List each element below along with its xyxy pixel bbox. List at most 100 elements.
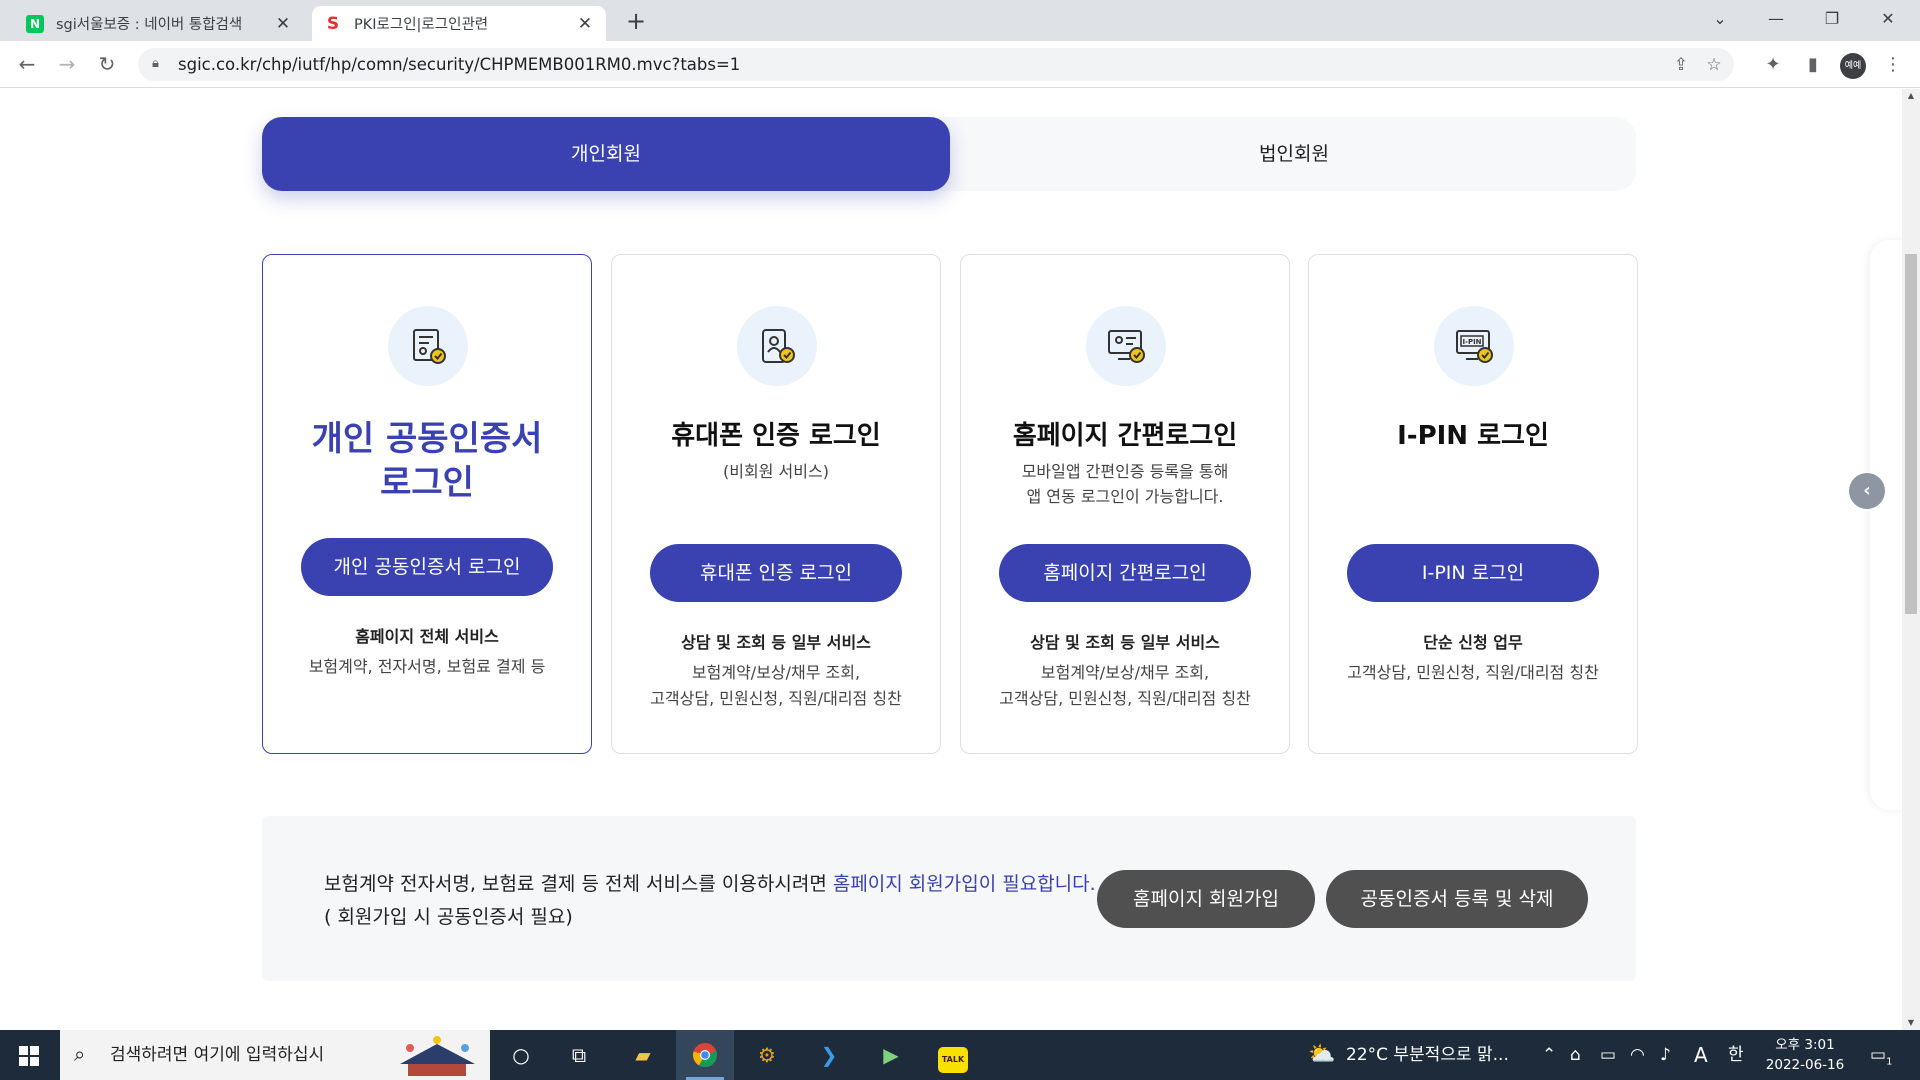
- card-subtitle-1: 모바일앱 간편인증 등록을 통해: [1021, 462, 1229, 481]
- card-title: 홈페이지 간편로그인: [1012, 421, 1238, 451]
- close-icon[interactable]: ✕: [576, 14, 594, 34]
- service-description-2: 고객상담, 민원신청, 직원/대리점 칭찬: [999, 689, 1251, 708]
- card-mobile-login[interactable]: 휴대폰 인증 로그인 (비회원 서비스) 휴대폰 인증 로그인 상담 및 조회 …: [611, 254, 941, 754]
- extensions-icon[interactable]: ✦: [1758, 50, 1788, 80]
- tab-title: sgi서울보증 : 네이버 통합검색: [56, 17, 243, 33]
- certificate-login-button[interactable]: 개인 공동인증서 로그인: [301, 538, 553, 596]
- clock-date: 2022-06-16: [1765, 1057, 1845, 1073]
- weather-text[interactable]: 22°C 부분적으로 맑...: [1346, 1030, 1509, 1080]
- page-viewport: 개인회원 법인회원 개인 공동인증서 로그인 개인 공동인증서 로그인 홈페이지…: [0, 89, 1902, 1030]
- signup-notice: 보험계약 전자서명, 보험료 결제 등 전체 서비스를 이용하시려면 홈페이지 …: [262, 816, 1636, 981]
- service-description-2: 고객상담, 민원신청, 직원/대리점 칭찬: [650, 689, 902, 708]
- browser-toolbar: ← → ↻ 🔒︎ sgic.co.kr/chp/iutf/hp/comn/sec…: [0, 41, 1920, 88]
- search-highlight-illustration: [400, 1036, 475, 1076]
- signup-button[interactable]: 홈페이지 회원가입: [1097, 870, 1315, 928]
- volume-icon[interactable]: ♪: [1660, 1030, 1671, 1080]
- url-text: sgic.co.kr/chp/iutf/hp/comn/security/CHP…: [178, 55, 741, 74]
- share-icon[interactable]: ⇪: [1668, 52, 1694, 78]
- close-icon[interactable]: ✕: [274, 14, 292, 34]
- card-ipin-login[interactable]: I-PIN I-PIN 로그인 I-PIN 로그인 단순 신청 업무 고객상담,…: [1308, 254, 1638, 754]
- notice-text-highlight: 홈페이지 회원가입이 필요합니다.: [832, 873, 1096, 895]
- service-heading: 상담 및 조회 등 일부 서비스: [1030, 633, 1220, 652]
- maximize-button[interactable]: ❐: [1804, 0, 1860, 41]
- avatar[interactable]: 예예: [1840, 53, 1866, 79]
- certificate-icon: [388, 306, 468, 386]
- service-description: 고객상담, 민원신청, 직원/대리점 칭찬: [1347, 663, 1599, 682]
- card-title-line1: 개인 공동인증서: [311, 419, 543, 459]
- clock-time: 오후 3:01: [1775, 1037, 1835, 1053]
- scroll-down-icon[interactable]: ▼: [1902, 1016, 1920, 1030]
- forward-icon[interactable]: →: [52, 49, 82, 79]
- page-scrollbar[interactable]: ▲ ▼: [1902, 89, 1920, 1030]
- scrollbar-thumb[interactable]: [1905, 254, 1917, 614]
- windows-logo-icon: [19, 1046, 39, 1066]
- tab-individual-member[interactable]: 개인회원: [262, 117, 950, 191]
- notice-text-line2: ( 회원가입 시 공동인증서 필요): [324, 906, 573, 928]
- show-hidden-icons[interactable]: ⌃: [1542, 1030, 1556, 1080]
- kakaotalk-icon[interactable]: TALK: [924, 1030, 982, 1080]
- settings-gear-icon[interactable]: ⚙: [738, 1030, 796, 1080]
- start-button[interactable]: [0, 1030, 58, 1080]
- card-simple-login[interactable]: 홈페이지 간편로그인 모바일앱 간편인증 등록을 통해 앱 연동 로그인이 가능…: [960, 254, 1290, 754]
- address-bar[interactable]: 🔒︎ sgic.co.kr/chp/iutf/hp/comn/security/…: [138, 48, 1734, 81]
- browser-tab-naver[interactable]: N sgi서울보증 : 네이버 통합검색 ✕: [14, 6, 304, 41]
- service-description-1: 보험계약/보상/채무 조회,: [691, 663, 861, 682]
- vscode-icon[interactable]: ❯: [800, 1030, 858, 1080]
- windows-taskbar: ⌕ 검색하려면 여기에 입력하십시 ○ ⧉ ▰ ⚙ ❯ ▶ TALK ⛅ 22°…: [0, 1030, 1920, 1080]
- certificate-manage-button[interactable]: 공동인증서 등록 및 삭제: [1326, 870, 1588, 928]
- search-input[interactable]: 검색하려면 여기에 입력하십시: [110, 1030, 324, 1080]
- weather-icon[interactable]: ⛅: [1308, 1030, 1335, 1080]
- quick-menu-toggle-icon[interactable]: ‹: [1849, 473, 1885, 509]
- browser-tab-pki-login[interactable]: S PKI로그인|로그인관련 ✕: [312, 6, 606, 41]
- close-window-button[interactable]: ✕: [1860, 0, 1916, 41]
- network-status-icon[interactable]: ⌂: [1570, 1030, 1581, 1080]
- card-title-line2: 로그인: [380, 463, 474, 503]
- service-description-1: 보험계약/보상/채무 조회,: [1040, 663, 1210, 682]
- member-type-tabs: 개인회원 법인회원: [262, 117, 1636, 191]
- ipin-login-button[interactable]: I-PIN 로그인: [1347, 544, 1599, 602]
- file-explorer-icon[interactable]: ▰: [614, 1030, 672, 1080]
- browser-tab-strip: N sgi서울보증 : 네이버 통합검색 ✕ S PKI로그인|로그인관련 ✕ …: [0, 0, 1920, 41]
- mobile-login-button[interactable]: 휴대폰 인증 로그인: [650, 544, 902, 602]
- menu-icon[interactable]: ⋮: [1878, 50, 1908, 80]
- minimize-button[interactable]: —: [1748, 0, 1804, 41]
- taskbar-search[interactable]: ⌕ 검색하려면 여기에 입력하십시: [60, 1030, 490, 1080]
- bookmark-star-icon[interactable]: ☆: [1701, 52, 1727, 78]
- reload-icon[interactable]: ↻: [92, 49, 122, 79]
- chrome-icon[interactable]: [676, 1030, 734, 1080]
- ipin-icon-text: I-PIN: [1462, 338, 1481, 346]
- side-panel-icon[interactable]: ▮: [1798, 50, 1828, 80]
- ime-hangul-indicator[interactable]: 한: [1728, 1030, 1744, 1080]
- notice-text: 보험계약 전자서명, 보험료 결제 등 전체 서비스를 이용하시려면 홈페이지 …: [324, 868, 1096, 934]
- tab-search-icon[interactable]: ⌄: [1692, 0, 1748, 41]
- media-app-icon[interactable]: ▶: [862, 1030, 920, 1080]
- new-tab-button[interactable]: +: [622, 6, 650, 36]
- ipin-icon: I-PIN: [1434, 306, 1514, 386]
- cortana-icon[interactable]: ○: [492, 1030, 550, 1080]
- back-icon[interactable]: ←: [12, 49, 42, 79]
- lock-icon[interactable]: 🔒︎: [152, 56, 159, 71]
- card-subtitle-2: 앱 연동 로그인이 가능합니다.: [1026, 487, 1224, 506]
- card-title: 휴대폰 인증 로그인: [671, 421, 881, 451]
- battery-icon[interactable]: ▭: [1600, 1030, 1616, 1080]
- naver-icon: N: [26, 14, 44, 33]
- card-certificate-login[interactable]: 개인 공동인증서 로그인 개인 공동인증서 로그인 홈페이지 전체 서비스 보험…: [262, 254, 592, 754]
- task-view-icon[interactable]: ⧉: [550, 1030, 608, 1080]
- scroll-up-icon[interactable]: ▲: [1902, 89, 1920, 103]
- simple-login-icon: [1086, 306, 1166, 386]
- tab-corporate-member[interactable]: 법인회원: [950, 117, 1638, 191]
- wifi-icon[interactable]: ◠: [1630, 1030, 1645, 1080]
- card-title: I-PIN 로그인: [1397, 421, 1549, 451]
- notification-center-icon[interactable]: ▭1: [1870, 1030, 1892, 1080]
- notification-count: 1: [1886, 1056, 1893, 1068]
- card-title: 개인 공동인증서 로그인: [263, 417, 591, 505]
- card-subtitle: (비회원 서비스): [723, 462, 829, 481]
- service-description: 보험계약, 전자서명, 보험료 결제 등: [308, 657, 546, 676]
- ime-mode-indicator[interactable]: A: [1694, 1030, 1708, 1080]
- service-heading: 상담 및 조회 등 일부 서비스: [681, 633, 871, 652]
- sgi-icon: S: [326, 13, 340, 34]
- service-heading: 홈페이지 전체 서비스: [355, 627, 499, 646]
- taskbar-clock[interactable]: 오후 3:01 2022-06-16: [1760, 1035, 1850, 1075]
- search-icon: ⌕: [74, 1042, 86, 1066]
- simple-login-button[interactable]: 홈페이지 간편로그인: [999, 544, 1251, 602]
